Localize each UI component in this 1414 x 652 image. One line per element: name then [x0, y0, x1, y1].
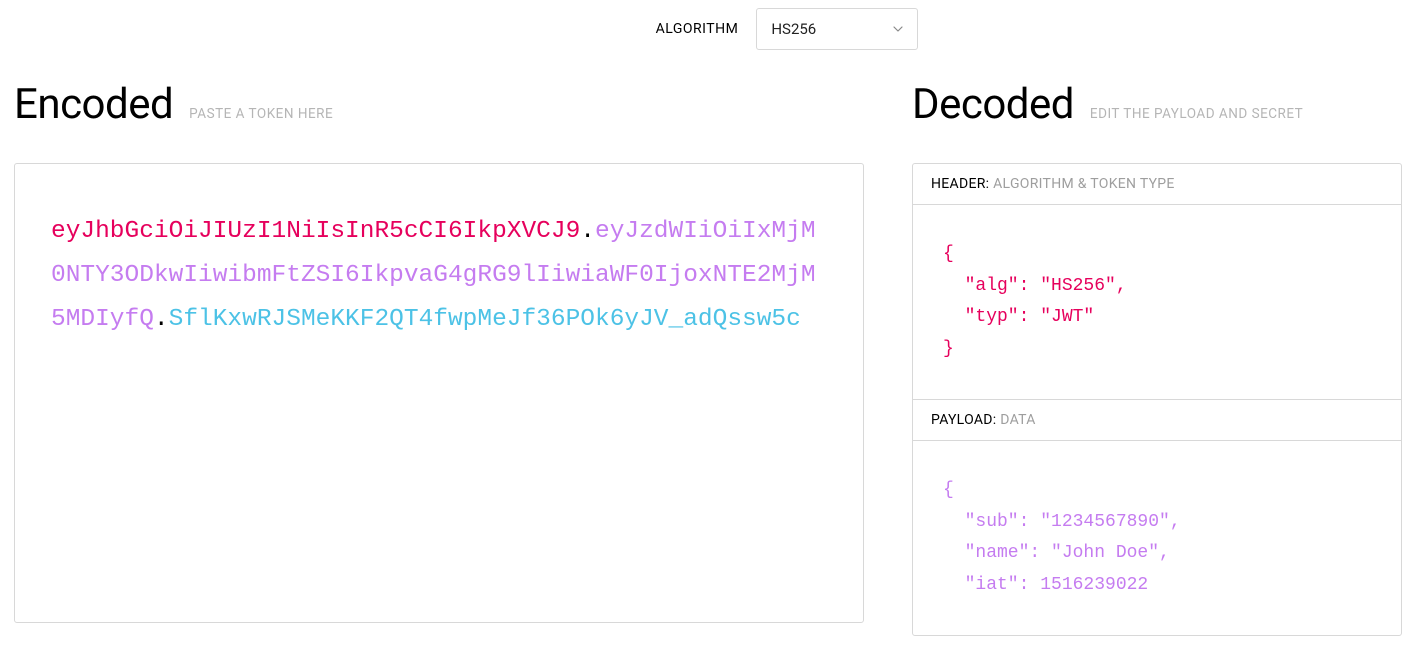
encoded-subtitle: PASTE A TOKEN HERE: [189, 106, 333, 122]
encoded-heading: Encoded PASTE A TOKEN HERE: [14, 80, 864, 129]
encoded-title: Encoded: [14, 80, 173, 129]
decoded-subtitle: EDIT THE PAYLOAD AND SECRET: [1090, 106, 1303, 122]
jwt-header-part: eyJhbGciOiJIUzI1NiIsInR5cCI6IkpXVCJ9: [51, 218, 580, 245]
decoded-header-label: HEADER: ALGORITHM & TOKEN TYPE: [913, 164, 1401, 204]
algorithm-selector-bar: ALGORITHM HS256: [160, 0, 1414, 80]
decoded-payload-label-main: PAYLOAD:: [931, 412, 996, 428]
decoded-header-label-main: HEADER:: [931, 176, 989, 192]
jwt-signature-part: SflKxwRJSMeKKF2QT4fwpMeJf36POk6yJV_adQss…: [169, 306, 801, 333]
decoded-payload-code[interactable]: { "sub": "1234567890", "name": "John Doe…: [913, 440, 1401, 635]
decoded-heading: Decoded EDIT THE PAYLOAD AND SECRET: [912, 80, 1402, 129]
algorithm-label: ALGORITHM: [656, 21, 739, 37]
decoded-panel: HEADER: ALGORITHM & TOKEN TYPE { "alg": …: [912, 163, 1402, 636]
decoded-payload-label: PAYLOAD: DATA: [913, 400, 1401, 440]
encoded-token-input[interactable]: eyJhbGciOiJIUzI1NiIsInR5cCI6IkpXVCJ9.eyJ…: [14, 163, 864, 623]
jwt-dot: .: [154, 306, 169, 333]
decoded-title: Decoded: [912, 80, 1074, 129]
algorithm-select[interactable]: HS256: [756, 8, 918, 50]
decoded-header-code[interactable]: { "alg": "HS256", "typ": "JWT" }: [913, 204, 1401, 399]
jwt-dot: .: [580, 218, 595, 245]
chevron-down-icon: [893, 26, 903, 32]
decoded-header-label-sub: ALGORITHM & TOKEN TYPE: [993, 176, 1175, 192]
decoded-payload-label-sub: DATA: [1000, 412, 1035, 428]
algorithm-select-value: HS256: [771, 20, 816, 38]
